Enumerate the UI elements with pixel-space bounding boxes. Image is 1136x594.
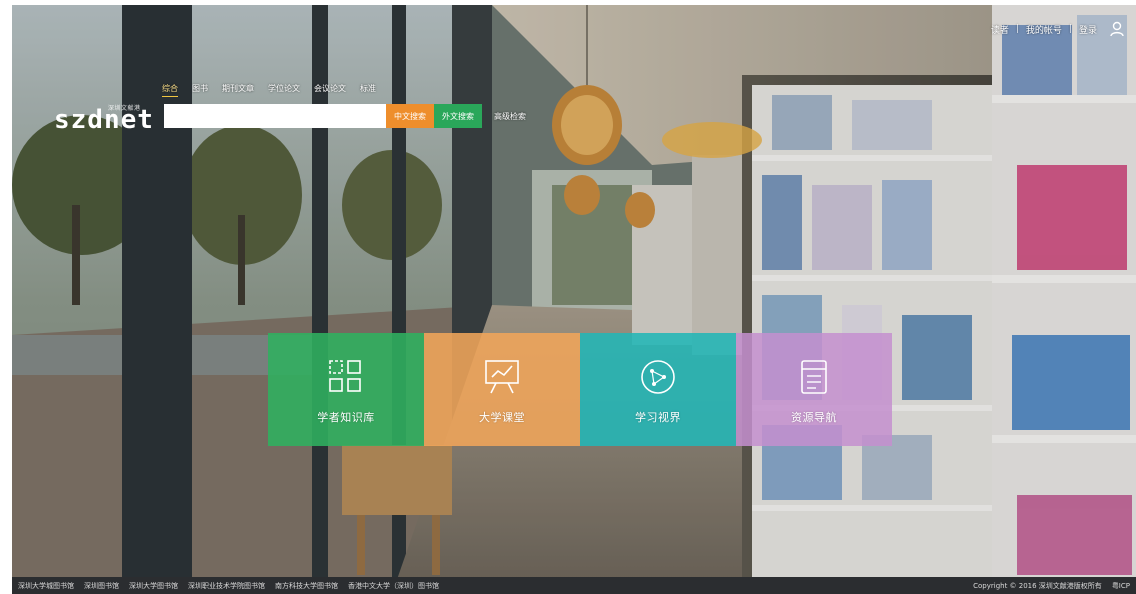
foreign-search-button[interactable]: 外文搜索 — [434, 104, 482, 128]
footer-partner-links: 深圳大学城图书馆 深圳图书馆 深圳大学图书馆 深圳职业技术学院图书馆 南方科技大… — [18, 581, 973, 591]
tab-theses[interactable]: 学位论文 — [268, 83, 300, 97]
document-list-icon — [801, 360, 827, 394]
advanced-search-link[interactable]: 高级检索 — [494, 111, 526, 122]
tab-all[interactable]: 综合 — [162, 83, 178, 97]
search-input[interactable] — [164, 104, 386, 128]
footer-link[interactable]: 深圳职业技术学院图书馆 — [188, 581, 265, 591]
nav-link-reader[interactable]: 读者 — [986, 23, 1014, 36]
tab-journal-articles[interactable]: 期刊文章 — [222, 83, 254, 97]
tab-books[interactable]: 图书 — [192, 83, 208, 97]
footer-link[interactable]: 南方科技大学图书馆 — [275, 581, 338, 591]
tile-label: 学者知识库 — [317, 411, 375, 424]
chinese-search-button[interactable]: 中文搜索 — [386, 104, 434, 128]
footer-link[interactable]: 深圳图书馆 — [84, 581, 119, 591]
tile-scholar-knowledge-base[interactable]: 学者知识库 — [268, 333, 424, 446]
brand-subtitle: 深圳文献港 — [108, 105, 141, 112]
nav-separator: | — [1015, 24, 1019, 34]
network-circle-icon — [641, 360, 675, 394]
footer-link[interactable]: 深圳大学城图书馆 — [18, 581, 74, 591]
grid-icon — [329, 360, 361, 392]
presentation-board-icon — [485, 360, 519, 394]
nav-link-login[interactable]: 登录 — [1074, 23, 1102, 36]
nav-link-my-account[interactable]: 我的帐号 — [1021, 23, 1067, 36]
tile-label: 学习视界 — [635, 411, 681, 424]
tile-university-classroom[interactable]: 大学课堂 — [424, 333, 580, 446]
tab-conference-papers[interactable]: 会议论文 — [314, 83, 346, 97]
szdnet-logo[interactable]: szdnet — [52, 100, 162, 134]
footer-bar: 深圳大学城图书馆 深圳图书馆 深圳大学图书馆 深圳职业技术学院图书馆 南方科技大… — [12, 577, 1136, 594]
tile-label: 资源导航 — [791, 411, 837, 424]
page-frame: 读者 | 我的帐号 | 登录 szdnet 深圳文献港 综合 图书 期刊文章 学… — [12, 5, 1136, 594]
feature-tiles: 学者知识库 大学课堂 学习视界 资源导航 — [268, 333, 892, 446]
footer-icp-link[interactable]: 粤ICP — [1112, 581, 1130, 591]
tile-label: 大学课堂 — [479, 411, 525, 424]
tile-resource-navigation[interactable]: 资源导航 — [736, 333, 892, 446]
footer-link[interactable]: 香港中文大学（深圳）图书馆 — [348, 581, 439, 591]
nav-separator: | — [1068, 24, 1072, 34]
footer-link[interactable]: 深圳大学图书馆 — [129, 581, 178, 591]
user-icon[interactable] — [1110, 21, 1124, 37]
tile-learning-vision[interactable]: 学习视界 — [580, 333, 736, 446]
tab-standards[interactable]: 标准 — [360, 83, 376, 97]
footer-copyright: Copyright © 2016 深圳文献港版权所有 — [973, 581, 1102, 590]
top-nav: 读者 | 我的帐号 | 登录 — [986, 21, 1124, 37]
search-type-tabs: 综合 图书 期刊文章 学位论文 会议论文 标准 — [162, 83, 376, 97]
